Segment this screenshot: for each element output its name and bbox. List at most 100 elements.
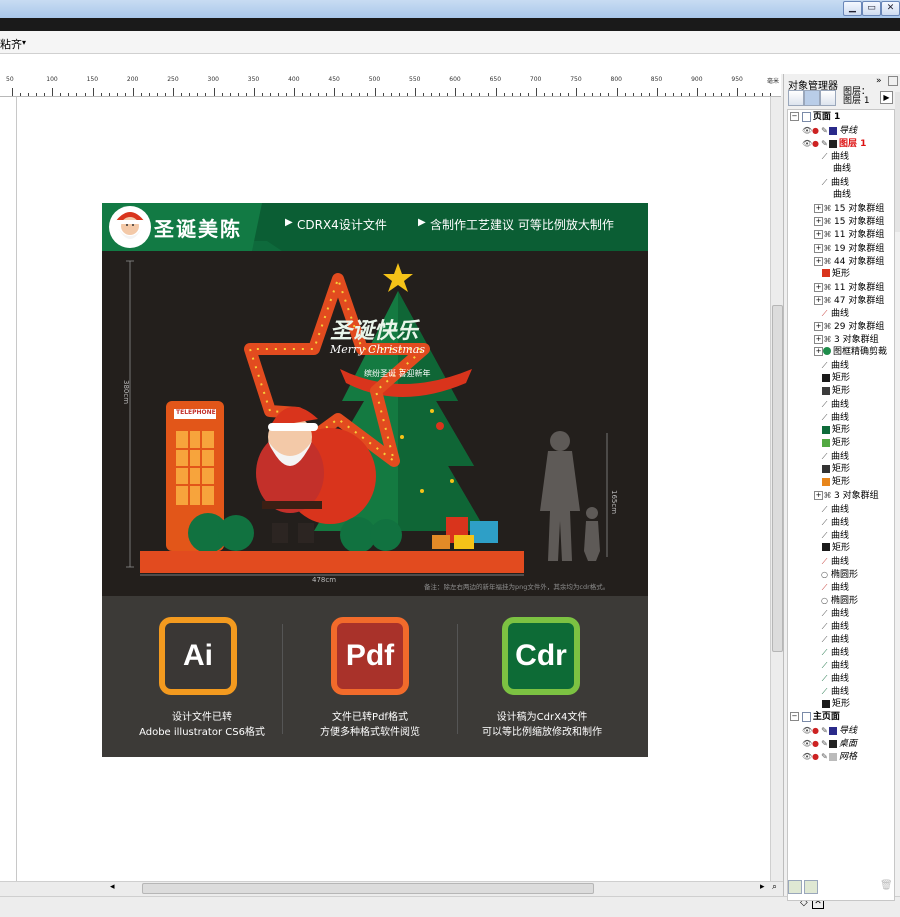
print-icon[interactable]: ● xyxy=(811,750,820,763)
object-node[interactable]: ⟋ 曲线 xyxy=(814,398,849,411)
horizontal-ruler[interactable]: 50 100 150 200 250 300 350 400 450 500 550 600 650 70… xyxy=(0,74,781,97)
expand-icon[interactable]: + xyxy=(814,321,823,331)
delete-icon[interactable]: 🗑 xyxy=(880,880,893,891)
object-node[interactable]: ○ 椭圆形 xyxy=(814,568,858,581)
object-node[interactable]: 矩形 xyxy=(814,476,850,489)
close-button[interactable]: ✕ xyxy=(881,1,900,16)
eye-icon[interactable]: 👁 xyxy=(802,137,812,150)
lock-icon[interactable]: ✎ xyxy=(820,137,829,150)
object-node[interactable]: ⟋ 曲线 xyxy=(814,150,849,163)
horizontal-scroll-thumb[interactable] xyxy=(142,883,594,894)
panel-menu-arrow-icon[interactable]: ▶ xyxy=(880,91,893,104)
collapse-icon[interactable]: − xyxy=(790,112,799,121)
layer-node[interactable]: 👁● ✎ 导线 xyxy=(802,724,857,737)
zoom-icon[interactable]: ⌕ xyxy=(772,882,777,892)
object-node[interactable]: 曲线 xyxy=(814,189,851,202)
expand-icon[interactable]: + xyxy=(814,334,823,344)
object-node[interactable]: ⟋ 曲线 xyxy=(814,581,849,594)
layer-node[interactable]: 👁● ✎ 导线 xyxy=(802,124,857,137)
object-node[interactable]: 矩形 xyxy=(814,372,850,385)
page-node[interactable]: − 主页面 xyxy=(790,711,840,724)
object-node[interactable]: 矩形 xyxy=(814,698,850,711)
scroll-right-icon[interactable]: ▸ xyxy=(760,882,765,892)
object-node[interactable]: 矩形 xyxy=(814,463,850,476)
object-node[interactable]: + ⌘ 44 对象群组 xyxy=(814,255,884,268)
object-node[interactable]: + ⌘ 11 对象群组 xyxy=(814,228,884,241)
object-node[interactable]: ⟋ 曲线 xyxy=(814,672,849,685)
layer-node[interactable]: 👁● ✎ 桌面 xyxy=(802,737,857,750)
object-node[interactable]: 矩形 xyxy=(814,424,850,437)
christmas-artwork[interactable]: 圣诞美陈 ▶ CDRX4设计文件 ▶ 含制作工艺建议 可等比例放大制作 圣诞快乐… xyxy=(102,203,648,757)
object-node[interactable]: ⟋ 曲线 xyxy=(814,529,849,542)
lock-icon[interactable]: ✎ xyxy=(820,724,829,737)
object-tree[interactable]: − 页面 1 👁● ✎ 导线 👁● ✎ 图层 1 ⟋ 曲线 曲线 ⟋ 曲线 曲线 + ⌘ 15 对象群组 + ⌘ 1… xyxy=(787,109,895,901)
print-icon[interactable]: ● xyxy=(811,137,820,150)
object-node[interactable]: ⟋ 曲线 xyxy=(814,411,849,424)
expand-icon[interactable]: + xyxy=(814,217,823,227)
show-properties-icon[interactable] xyxy=(788,90,804,106)
object-node[interactable]: 曲线 xyxy=(814,163,851,176)
object-node[interactable]: + ⌘ 15 对象群组 xyxy=(814,202,884,215)
object-node[interactable]: ⟋ 曲线 xyxy=(814,450,849,463)
object-node[interactable]: ⟋ 曲线 xyxy=(814,503,849,516)
vertical-ruler[interactable] xyxy=(0,97,17,881)
object-node[interactable]: 矩形 xyxy=(814,437,850,450)
expand-icon[interactable]: + xyxy=(814,243,823,253)
chevron-down-icon[interactable]: ▾ xyxy=(22,38,26,47)
object-node[interactable]: + ⌘ 19 对象群组 xyxy=(814,242,884,255)
collapse-icon[interactable]: − xyxy=(790,712,799,722)
object-node[interactable]: 矩形 xyxy=(814,542,850,555)
object-node[interactable]: ⟋ 曲线 xyxy=(814,307,849,320)
expand-icon[interactable]: + xyxy=(814,230,823,240)
lock-icon[interactable]: ✎ xyxy=(820,737,829,750)
object-node[interactable]: ○ 椭圆形 xyxy=(814,594,858,607)
object-node[interactable]: 矩形 xyxy=(814,385,850,398)
object-node[interactable]: 矩形 xyxy=(814,268,850,281)
maximize-button[interactable]: ▭ xyxy=(862,1,881,16)
object-node[interactable]: ⟋ 曲线 xyxy=(814,685,849,698)
expand-icon[interactable]: + xyxy=(814,204,823,214)
object-node[interactable]: + ⌘ 3 对象群组 xyxy=(814,489,879,502)
page-node[interactable]: − 页面 1 xyxy=(790,111,840,124)
scroll-left-icon[interactable]: ◂ xyxy=(110,882,115,892)
object-node[interactable]: ⟋ 曲线 xyxy=(814,555,849,568)
object-node[interactable]: ⟋ 曲线 xyxy=(814,620,849,633)
expand-icon[interactable]: + xyxy=(814,256,823,266)
object-node[interactable]: ⟋ 曲线 xyxy=(814,516,849,529)
new-layer-icon[interactable] xyxy=(788,880,802,894)
align-menu-item[interactable]: 粘齐 xyxy=(0,36,22,52)
panel-minimize-button[interactable] xyxy=(888,76,898,86)
layer-manager-view-icon[interactable] xyxy=(820,90,836,106)
edit-across-layers-icon[interactable] xyxy=(804,90,820,106)
vertical-scroll-thumb[interactable] xyxy=(772,305,783,652)
lock-icon[interactable]: ✎ xyxy=(820,750,829,763)
object-node[interactable]: ⟋ 曲线 xyxy=(814,176,849,189)
object-node[interactable]: + ⌘ 11 对象群组 xyxy=(814,281,884,294)
object-node[interactable]: ⟋ 曲线 xyxy=(814,646,849,659)
new-master-layer-icon[interactable] xyxy=(804,880,818,894)
minimize-button[interactable]: ▁ xyxy=(843,1,862,16)
print-icon[interactable]: ● xyxy=(811,124,820,137)
object-node[interactable]: + ⌘ 47 对象群组 xyxy=(814,294,884,307)
lock-icon[interactable]: ✎ xyxy=(820,124,829,137)
object-node[interactable]: + ⌘ 15 对象群组 xyxy=(814,215,884,228)
layer-node[interactable]: 👁● ✎ 图层 1 xyxy=(802,137,866,150)
expand-panel-icon[interactable]: » xyxy=(876,76,882,86)
eye-icon[interactable]: 👁 xyxy=(802,750,812,763)
object-node[interactable]: ⟋ 曲线 xyxy=(814,659,849,672)
eye-icon[interactable]: 👁 xyxy=(802,737,812,750)
layer-node[interactable]: 👁● ✎ 网格 xyxy=(802,750,857,763)
expand-icon[interactable]: + xyxy=(814,282,823,292)
print-icon[interactable]: ● xyxy=(811,737,820,750)
object-node[interactable]: + ⌘ 29 对象群组 xyxy=(814,320,884,333)
object-node[interactable]: ⟋ 曲线 xyxy=(814,633,849,646)
expand-icon[interactable]: + xyxy=(814,346,823,356)
expand-icon[interactable]: + xyxy=(814,295,823,305)
object-node[interactable]: ⟋ 曲线 xyxy=(814,607,849,620)
eye-icon[interactable]: 👁 xyxy=(802,724,812,737)
object-node[interactable]: + ⌘ 3 对象群组 xyxy=(814,333,879,346)
eye-icon[interactable]: 👁 xyxy=(802,124,812,137)
print-icon[interactable]: ● xyxy=(811,724,820,737)
expand-icon[interactable]: + xyxy=(814,491,823,501)
object-node[interactable]: + 图框精确剪裁 xyxy=(814,346,887,359)
